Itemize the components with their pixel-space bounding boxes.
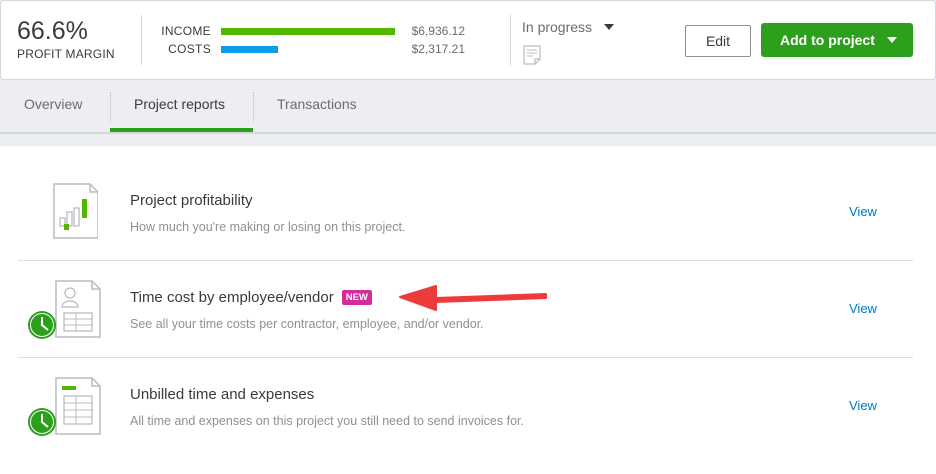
report-title: Project profitability [130, 192, 253, 209]
report-title-text: Unbilled time and expenses [130, 386, 315, 403]
new-badge: NEW [341, 290, 372, 305]
time-cost-report-icon [28, 280, 101, 339]
income-bar [221, 27, 395, 35]
tab-separator [253, 92, 254, 122]
annotation-arrow [399, 285, 547, 311]
chevron-down-icon [886, 37, 897, 43]
status-value: In progress [522, 19, 593, 35]
costs-row: COSTS $2,317.21 [161, 42, 465, 56]
income-amount: $6,936.12 [411, 24, 465, 38]
profitability-report-icon [53, 183, 98, 239]
unbilled-time-report-icon [28, 377, 101, 436]
tab-bar: Overview Project reports Transactions [0, 80, 936, 134]
costs-bar [221, 45, 279, 53]
report-title: Unbilled time and expenses [130, 386, 314, 403]
tab-bar-border [0, 132, 936, 134]
edit-button[interactable]: Edit [685, 25, 751, 57]
profit-margin: 66.6% PROFIT MARGIN [17, 17, 115, 61]
chevron-down-icon [604, 24, 615, 30]
tab-project-reports[interactable]: Project reports [134, 96, 225, 112]
status-dropdown[interactable]: In progress [522, 19, 615, 35]
view-time-cost-link[interactable]: View [849, 301, 877, 316]
add-to-project-label: Add to project [780, 32, 875, 48]
divider [141, 15, 142, 65]
costs-bar-track [221, 45, 401, 53]
report-title-text: Time cost by employee/vendor [130, 289, 334, 306]
project-summary-header: 66.6% PROFIT MARGIN INCOME $6,936.12 COS… [0, 0, 936, 80]
tab-overview[interactable]: Overview [24, 96, 82, 112]
note-icon[interactable] [523, 45, 541, 65]
report-description: All time and expenses on this project yo… [130, 414, 524, 428]
add-to-project-button[interactable]: Add to project [761, 23, 913, 57]
income-bar-track [221, 27, 401, 35]
income-label: INCOME [161, 24, 211, 38]
income-row: INCOME $6,936.12 [161, 24, 465, 38]
report-title-text: Project profitability [130, 192, 253, 209]
report-title: Time cost by employee/vendor NEW [130, 289, 372, 306]
report-row-unbilled: Unbilled time and expenses All time and … [18, 358, 913, 455]
report-description: How much you're making or losing on this… [130, 220, 406, 234]
report-description: See all your time costs per contractor, … [130, 317, 484, 331]
profit-margin-value: 66.6% [17, 17, 88, 45]
profit-margin-label: PROFIT MARGIN [17, 47, 115, 61]
active-tab-indicator [110, 128, 253, 132]
divider [510, 15, 511, 65]
tab-separator [110, 92, 111, 122]
report-row-profitability: Project profitability How much you're ma… [18, 164, 913, 261]
costs-amount: $2,317.21 [411, 42, 465, 56]
view-profitability-link[interactable]: View [849, 204, 877, 219]
costs-label: COSTS [168, 42, 211, 56]
view-unbilled-link[interactable]: View [849, 398, 877, 413]
tab-transactions[interactable]: Transactions [277, 96, 357, 112]
